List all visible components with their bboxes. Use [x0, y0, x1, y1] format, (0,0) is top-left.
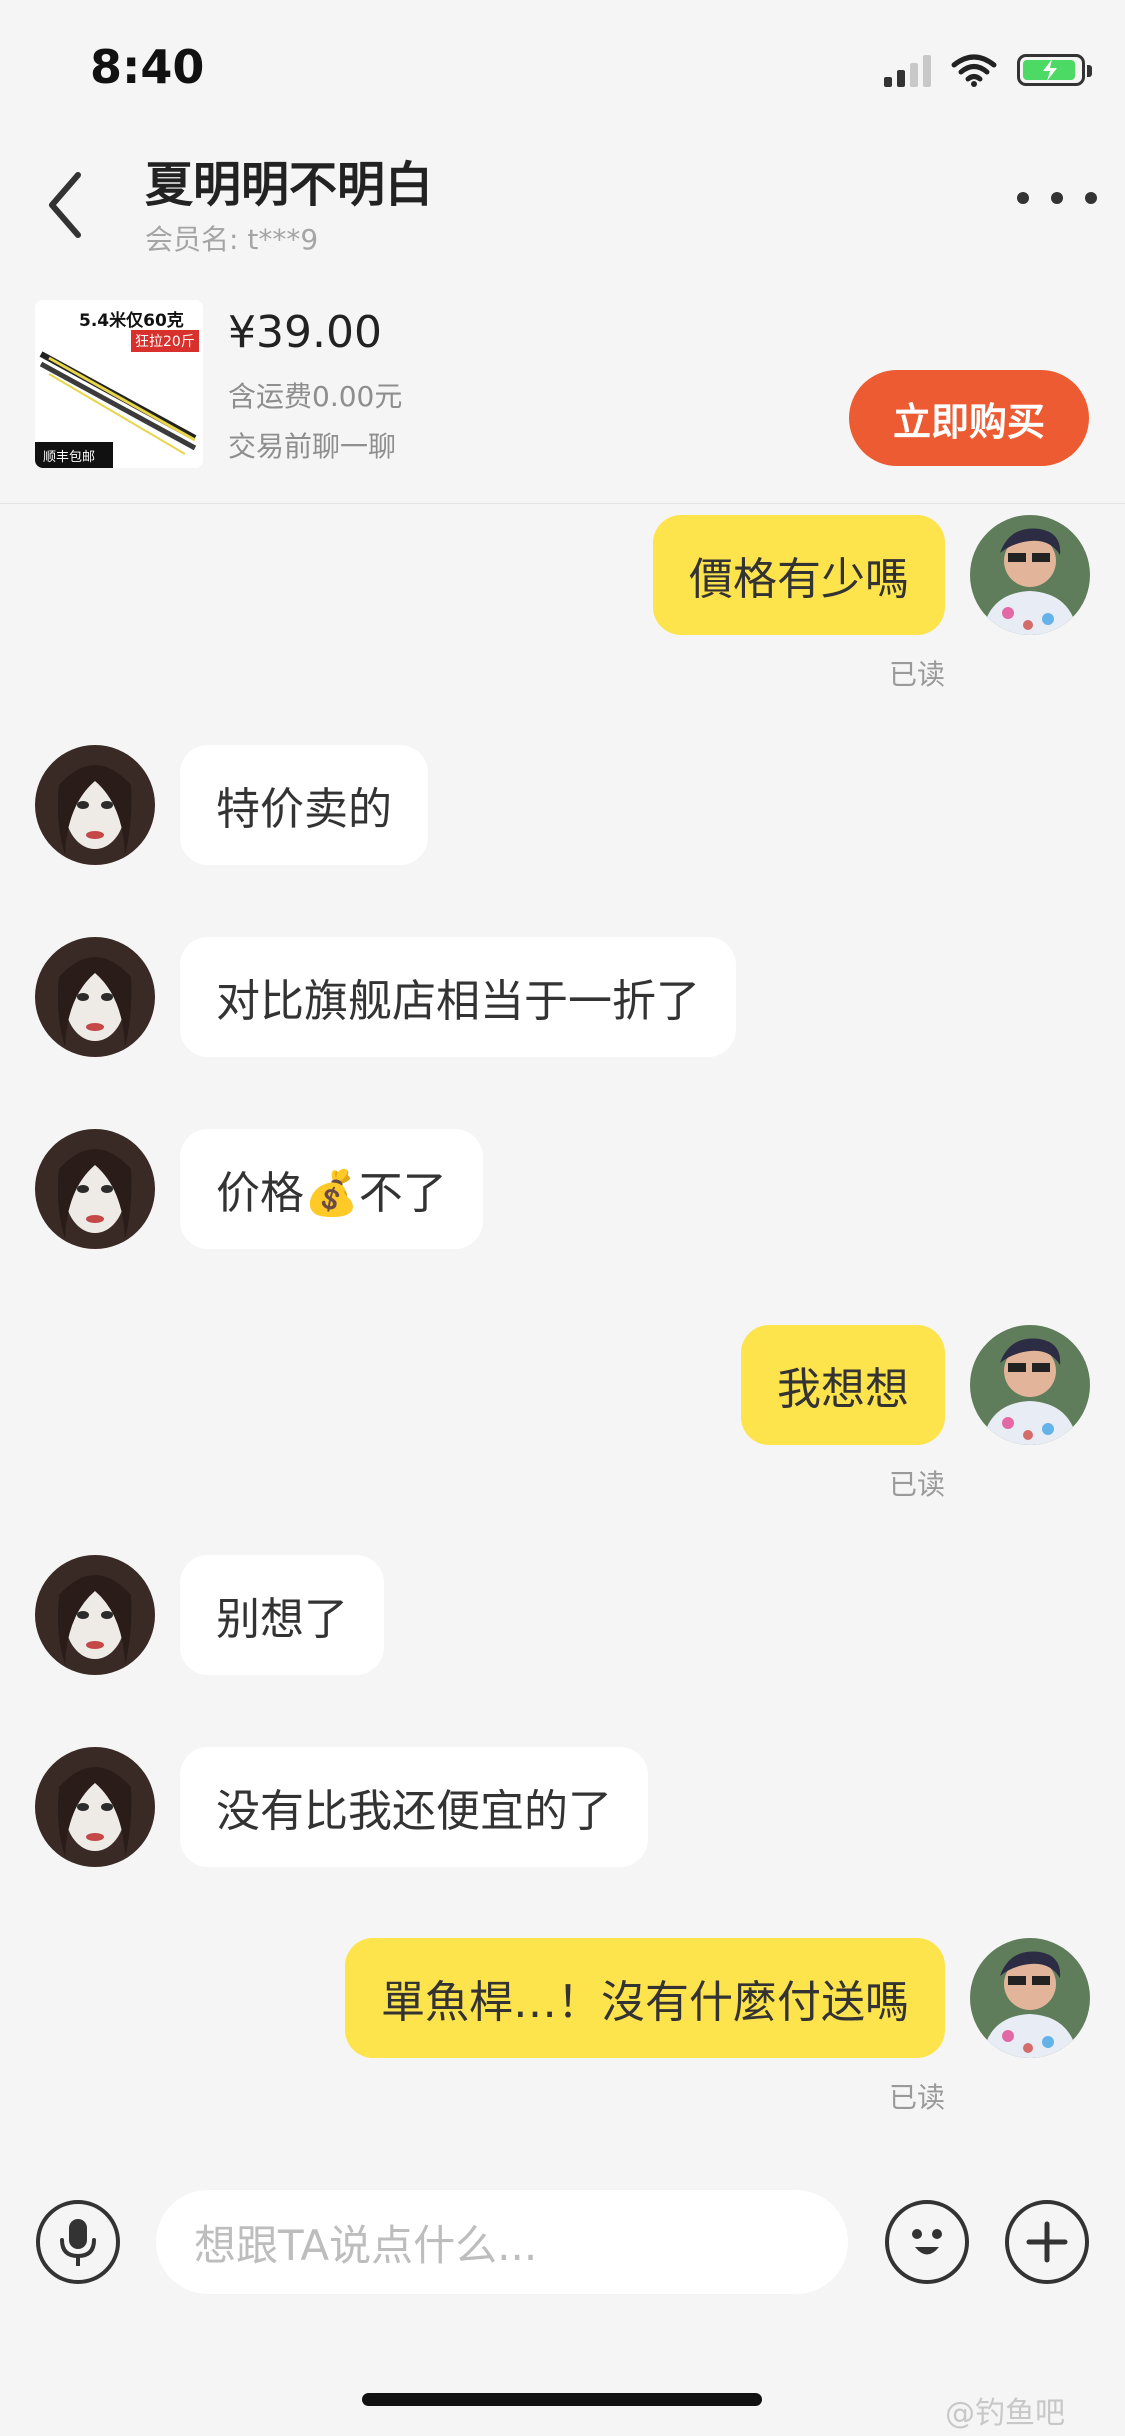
- emoji-button[interactable]: [885, 2200, 969, 2284]
- received-message[interactable]: 价格💰不了: [180, 1129, 483, 1249]
- smiley-icon: [912, 2229, 942, 2255]
- sent-message[interactable]: 價格有少嗎: [653, 515, 945, 635]
- seller-avatar[interactable]: [35, 745, 155, 865]
- more-actions-button[interactable]: [1005, 2200, 1089, 2284]
- more-options-button[interactable]: [1017, 173, 1097, 223]
- product-price: ¥39.00: [228, 307, 382, 358]
- chat-header: 夏明明不明白 会员名: t***9: [0, 135, 1125, 285]
- dot-icon: [1017, 192, 1029, 204]
- plus-icon: [1026, 2221, 1068, 2263]
- buy-now-button[interactable]: 立即购买: [849, 370, 1089, 466]
- signal-icon: [884, 53, 931, 87]
- status-icons: [884, 50, 1092, 90]
- received-message[interactable]: 别想了: [180, 1555, 384, 1675]
- read-receipt: 已读: [888, 2081, 945, 2114]
- received-message[interactable]: 对比旗舰店相当于一折了: [180, 937, 736, 1057]
- thumb-shipping: 顺丰包邮: [43, 450, 96, 465]
- back-icon[interactable]: [40, 165, 90, 245]
- received-message[interactable]: 特价卖的: [180, 745, 428, 865]
- sent-message[interactable]: 單魚桿…！沒有什麼付送嗎: [345, 1938, 945, 2058]
- thumb-badge: 5.4米仅60克: [79, 311, 184, 331]
- shipping-fee: 含运费0.00元: [228, 380, 403, 413]
- wifi-icon: [951, 54, 997, 87]
- sent-message[interactable]: 我想想: [741, 1325, 945, 1445]
- my-avatar[interactable]: [970, 515, 1090, 635]
- dot-icon: [1085, 192, 1097, 204]
- received-message[interactable]: 没有比我还便宜的了: [180, 1747, 648, 1867]
- input-bar: 想跟TA说点什么...: [0, 2160, 1125, 2330]
- seller-avatar[interactable]: [35, 1747, 155, 1867]
- product-thumbnail[interactable]: 5.4米仅60克 狂拉20斤 顺丰包邮: [35, 300, 203, 468]
- watermark: @钓鱼吧: [945, 2396, 1065, 2431]
- message-input[interactable]: 想跟TA说点什么...: [156, 2190, 848, 2294]
- thumb-tag: 狂拉20斤: [131, 330, 199, 352]
- member-name: 会员名: t***9: [145, 223, 319, 256]
- read-receipt: 已读: [888, 1468, 945, 1501]
- read-receipt: 已读: [888, 658, 945, 691]
- seller-avatar[interactable]: [35, 937, 155, 1057]
- contact-name: 夏明明不明白: [145, 157, 434, 213]
- my-avatar[interactable]: [970, 1938, 1090, 2058]
- microphone-icon: [60, 2219, 96, 2266]
- dot-icon: [1051, 192, 1063, 204]
- battery-icon: [1017, 54, 1092, 86]
- status-bar: 8:40: [0, 0, 1125, 135]
- seller-avatar[interactable]: [35, 1555, 155, 1675]
- status-time: 8:40: [90, 40, 205, 94]
- home-indicator[interactable]: [362, 2393, 762, 2406]
- my-avatar[interactable]: [970, 1325, 1090, 1445]
- chat-hint: 交易前聊一聊: [228, 430, 397, 463]
- voice-button[interactable]: [36, 2200, 120, 2284]
- seller-avatar[interactable]: [35, 1129, 155, 1249]
- product-card[interactable]: 5.4米仅60克 狂拉20斤 顺丰包邮 ¥39.00 含运费0.00元 交易前聊…: [0, 285, 1125, 504]
